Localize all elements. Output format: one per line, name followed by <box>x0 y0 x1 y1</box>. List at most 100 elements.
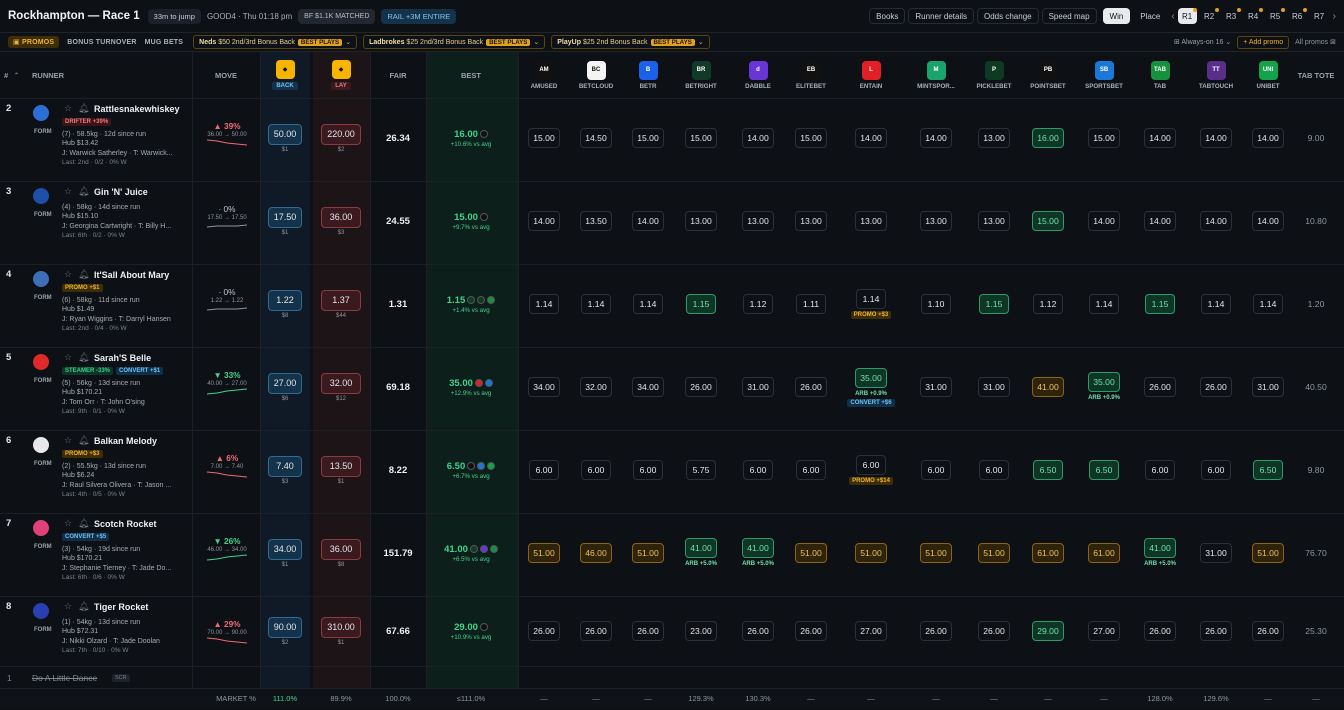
lay-price[interactable]: 36.00 <box>321 538 361 560</box>
best-cell[interactable]: 41.00 +6.5% vs avg <box>431 513 511 593</box>
back-cell[interactable]: 34.00 $1 <box>260 513 310 593</box>
runner-details-button[interactable]: Runner details <box>908 8 974 24</box>
book-odds-cell[interactable]: 26.00 <box>569 599 623 663</box>
col-book-10[interactable]: SB SPORTSBET <box>1076 52 1132 98</box>
book-odds[interactable]: 51.00 <box>920 543 952 563</box>
book-odds[interactable]: 41.00 <box>1032 377 1064 397</box>
runner-name[interactable]: Rattlesnakewhiskey <box>94 104 180 114</box>
book-odds[interactable]: 29.00 <box>1032 621 1064 641</box>
book-odds[interactable]: 26.00 <box>742 621 774 641</box>
book-odds[interactable]: 14.00 <box>1144 211 1176 231</box>
book-odds[interactable]: 51.00 <box>632 543 664 563</box>
book-odds[interactable]: 35.00 <box>1088 372 1120 392</box>
book-odds[interactable]: 6.00 <box>581 460 611 480</box>
tab-mug-bets[interactable]: MUG BETS <box>145 39 184 46</box>
book-odds[interactable]: 6.00 <box>856 455 886 475</box>
book-odds-cell[interactable]: 6.00 <box>569 430 623 510</box>
book-odds-cell[interactable]: 32.00 <box>569 347 623 427</box>
book-odds-cell[interactable]: 51.00 <box>1241 513 1295 593</box>
book-odds[interactable]: 14.00 <box>855 128 887 148</box>
book-odds-cell[interactable]: 14.00 <box>517 181 571 261</box>
book-odds-cell[interactable]: 15.00 <box>621 98 675 178</box>
book-odds-cell[interactable]: 1.12 <box>731 264 785 344</box>
books-button[interactable]: Books <box>869 8 906 24</box>
book-odds[interactable]: 13.50 <box>580 211 612 231</box>
book-odds-cell[interactable]: 14.00 <box>844 98 898 178</box>
race-tab-r5[interactable]: R5 <box>1266 8 1285 24</box>
best-cell[interactable]: 6.50 +6.7% vs avg <box>431 430 511 510</box>
book-odds-cell[interactable]: 35.00 ARB +0.9% <box>1077 347 1131 427</box>
book-odds[interactable]: 15.00 <box>795 128 827 148</box>
book-odds-cell[interactable]: 26.00 <box>621 599 675 663</box>
promo-chip[interactable]: Ladbrokes $25 2nd/3rd Bonus Back BEST PLA… <box>363 35 546 49</box>
promo-chip[interactable]: PlayUp $25 2nd Bonus Back BEST PLAYS ⌄ <box>551 35 710 49</box>
book-odds[interactable]: 26.00 <box>795 377 827 397</box>
form-link[interactable]: FORM <box>34 627 52 633</box>
book-odds-cell[interactable]: 34.00 <box>517 347 571 427</box>
book-odds-cell[interactable]: 27.00 <box>844 599 898 663</box>
col-back[interactable]: ◆ BACK <box>263 52 307 98</box>
book-odds[interactable]: 13.00 <box>978 211 1010 231</box>
book-odds[interactable]: 1.14 <box>1201 294 1231 314</box>
book-odds[interactable]: 32.00 <box>580 377 612 397</box>
always-on-filter[interactable]: ⊞ Always-on 16 ⌄ <box>1174 38 1231 46</box>
book-odds-cell[interactable]: 13.00 <box>731 181 785 261</box>
race-tab-r4[interactable]: R4 <box>1244 8 1263 24</box>
lay-cell[interactable]: 13.50 $1 <box>316 430 366 510</box>
book-odds[interactable]: 1.14 <box>633 294 663 314</box>
book-odds[interactable]: 15.00 <box>528 128 560 148</box>
book-odds-cell[interactable]: 34.00 <box>621 347 675 427</box>
col-move[interactable]: MOVE <box>201 52 251 98</box>
book-odds[interactable]: 26.00 <box>1200 377 1232 397</box>
book-odds-cell[interactable]: 26.00 <box>1133 599 1187 663</box>
best-cell[interactable]: 15.00 +9.7% vs avg <box>431 181 511 261</box>
form-link[interactable]: FORM <box>34 295 52 301</box>
form-link[interactable]: FORM <box>34 378 52 384</box>
book-odds[interactable]: 41.00 <box>742 538 774 558</box>
book-odds[interactable]: 1.15 <box>686 294 716 314</box>
book-odds[interactable]: 1.12 <box>1033 294 1063 314</box>
back-cell[interactable]: 27.00 $6 <box>260 347 310 427</box>
book-odds-cell[interactable]: 1.14 <box>517 264 571 344</box>
book-odds-cell[interactable]: 1.15 <box>967 264 1021 344</box>
book-odds[interactable]: 14.00 <box>1144 128 1176 148</box>
book-odds[interactable]: 26.00 <box>685 377 717 397</box>
book-odds[interactable]: 16.00 <box>1032 128 1064 148</box>
notify-bell-icon[interactable]: 🔔︎ <box>78 103 89 114</box>
book-odds-cell[interactable]: 14.00 <box>909 98 963 178</box>
lay-cell[interactable]: 310.00 $1 <box>316 599 366 663</box>
book-odds[interactable]: 13.00 <box>742 211 774 231</box>
book-odds[interactable]: 31.00 <box>920 377 952 397</box>
book-odds[interactable]: 51.00 <box>978 543 1010 563</box>
place-toggle[interactable]: Place <box>1133 8 1167 24</box>
book-odds[interactable]: 26.00 <box>920 621 952 641</box>
book-odds[interactable]: 1.14 <box>529 294 559 314</box>
back-cell[interactable]: 90.00 $2 <box>260 599 310 663</box>
book-odds-cell[interactable]: 6.00 PROMO +$14 <box>844 430 898 510</box>
book-odds-cell[interactable]: 1.14 <box>1189 264 1243 344</box>
book-odds-cell[interactable]: 41.00 ARB +5.0% <box>1133 513 1187 593</box>
book-odds-cell[interactable]: 14.00 <box>1133 98 1187 178</box>
book-odds-cell[interactable]: 6.00 <box>784 430 838 510</box>
book-odds[interactable]: 1.10 <box>921 294 951 314</box>
book-odds-cell[interactable]: 26.00 <box>909 599 963 663</box>
book-odds-cell[interactable]: 6.50 <box>1021 430 1075 510</box>
notify-bell-icon[interactable]: 🔔︎ <box>78 186 89 197</box>
runner-name[interactable]: Balkan Melody <box>94 436 157 446</box>
runner-name[interactable]: Tiger Rocket <box>94 602 148 612</box>
book-odds-cell[interactable]: 6.00 <box>1189 430 1243 510</box>
best-cell[interactable]: 16.00 +10.6% vs avg <box>431 98 511 178</box>
race-tab-r1[interactable]: R1 <box>1177 8 1197 24</box>
col-book-13[interactable]: UNI UNIBET <box>1240 52 1296 98</box>
book-odds[interactable]: 34.00 <box>528 377 560 397</box>
notify-bell-icon[interactable]: 🔔︎ <box>78 435 89 446</box>
runner-name[interactable]: Scotch Rocket <box>94 519 157 529</box>
back-price[interactable]: 1.22 <box>268 289 302 311</box>
next-race-icon[interactable]: › <box>1333 11 1336 22</box>
all-promos-link[interactable]: All promos ⊠ <box>1295 38 1336 46</box>
book-odds[interactable]: 13.00 <box>685 211 717 231</box>
book-odds[interactable]: 5.75 <box>686 460 716 480</box>
col-book-2[interactable]: B BETR <box>620 52 676 98</box>
book-odds-cell[interactable]: 51.00 <box>784 513 838 593</box>
book-odds[interactable]: 15.00 <box>1032 211 1064 231</box>
